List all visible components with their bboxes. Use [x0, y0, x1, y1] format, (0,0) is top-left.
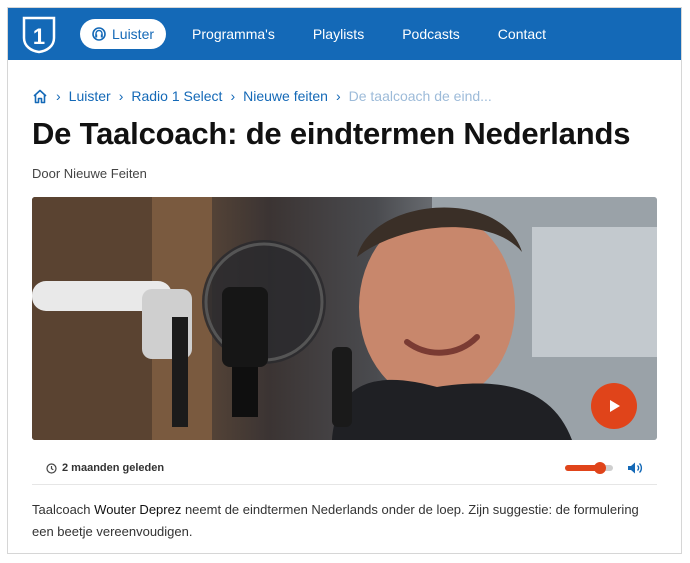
chevron-right-icon: ›: [230, 88, 236, 104]
volume-control: [565, 461, 643, 475]
publish-time-label: 2 maanden geleden: [62, 462, 165, 474]
play-button[interactable]: [591, 383, 637, 429]
speaker-icon[interactable]: [627, 461, 643, 475]
breadcrumb-luister[interactable]: Luister: [69, 88, 111, 104]
studio-photo: [32, 197, 657, 440]
breadcrumb-nieuwe-feiten[interactable]: Nieuwe feiten: [243, 88, 328, 104]
breadcrumb-current: De taalcoach de eind...: [348, 88, 492, 104]
volume-slider-knob[interactable]: [593, 462, 606, 474]
nav-programmas[interactable]: Programma's: [192, 26, 275, 42]
top-navigation-bar: 1 Luister Programma's Playlists Podcasts…: [8, 8, 681, 60]
chevron-right-icon: ›: [335, 88, 341, 104]
episode-description: Taalcoach Wouter Deprez neemt de eindter…: [32, 499, 657, 543]
presenter-name: Wouter Deprez: [94, 502, 182, 517]
description-intro: Taalcoach: [32, 502, 95, 517]
radio1-logo[interactable]: 1: [18, 13, 60, 55]
nav-podcasts[interactable]: Podcasts: [402, 26, 460, 42]
episode-meta-row: 2 maanden geleden: [32, 452, 657, 485]
episode-image: [32, 197, 657, 440]
page-frame: 1 Luister Programma's Playlists Podcasts…: [7, 7, 682, 554]
nav-playlists[interactable]: Playlists: [313, 26, 364, 42]
play-icon: [610, 400, 620, 412]
clock-icon: [46, 462, 57, 474]
listen-button-label: Luister: [112, 26, 155, 42]
nav-contact[interactable]: Contact: [498, 26, 546, 42]
chevron-right-icon: ›: [56, 88, 61, 104]
radio1-logo-icon: 1: [22, 16, 56, 54]
svg-text:1: 1: [33, 24, 45, 49]
publish-time: 2 maanden geleden: [46, 462, 164, 474]
page-title: De Taalcoach: de eindtermen Nederlands: [32, 116, 631, 151]
chevron-right-icon: ›: [118, 88, 124, 104]
headphones-icon: [92, 27, 106, 41]
home-icon[interactable]: [32, 89, 48, 104]
listen-button[interactable]: Luister: [80, 19, 167, 49]
byline: Door Nieuwe Feiten: [32, 166, 147, 181]
breadcrumb: › Luister › Radio 1 Select › Nieuwe feit…: [32, 86, 681, 106]
volume-slider[interactable]: [565, 462, 613, 474]
breadcrumb-radio1-select[interactable]: Radio 1 Select: [131, 88, 222, 104]
